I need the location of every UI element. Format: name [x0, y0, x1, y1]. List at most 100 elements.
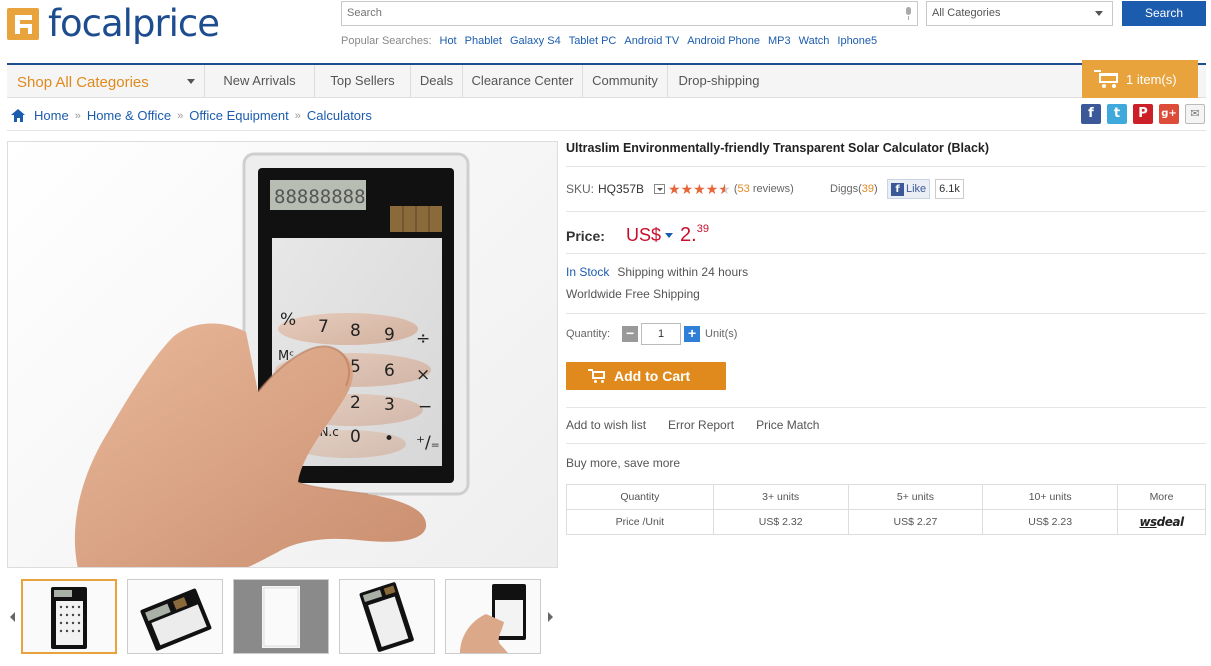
shop-all-label: Shop All Categories: [17, 74, 149, 91]
rating-stars: ★ ★ ★ ★ ★: [668, 182, 731, 196]
nav-community[interactable]: Community: [583, 65, 668, 98]
table-cell: US$ 2.27: [847, 509, 984, 535]
table-header-cell: 5+ units: [847, 484, 984, 510]
popular-link-iphone5[interactable]: Iphone5: [837, 35, 877, 47]
thumbnail-5[interactable]: [445, 579, 541, 654]
category-select-value: All Categories: [932, 7, 1001, 19]
microphone-icon[interactable]: [904, 7, 912, 21]
thumbnail-3[interactable]: [233, 579, 329, 654]
currency-dropdown-icon[interactable]: [665, 233, 674, 238]
nav-drop-shipping[interactable]: Drop-shipping: [668, 65, 770, 98]
add-to-cart-button[interactable]: Add to Cart: [566, 362, 726, 390]
calculator-in-hand-image: 88888888 % 7 8 9 ÷ Mᶜ5 6 × 2 3− ON.c 0 • ⁺∕₌: [74, 152, 470, 567]
cart-button[interactable]: 1 item(s): [1082, 60, 1198, 98]
popular-link-watch[interactable]: Watch: [799, 35, 830, 47]
currency[interactable]: US$: [626, 225, 661, 246]
arrow-right-icon[interactable]: [548, 612, 553, 622]
svg-text:•: •: [384, 429, 394, 449]
thumbnail-2[interactable]: [127, 579, 223, 654]
svg-text:7: 7: [318, 317, 329, 337]
svg-text:0: 0: [350, 427, 361, 447]
star-icon: ★: [705, 181, 719, 197]
wsdeal-logo-deal: deal: [1156, 515, 1184, 529]
minus-icon[interactable]: −: [622, 326, 639, 342]
popular-link-galaxy-s4[interactable]: Galaxy S4: [510, 35, 561, 47]
facebook-icon[interactable]: f: [1081, 104, 1101, 124]
popular-link-phablet[interactable]: Phablet: [465, 35, 502, 47]
popular-link-android-phone[interactable]: Android Phone: [687, 35, 760, 47]
nav-clearance-center[interactable]: Clearance Center: [463, 65, 583, 98]
fb-like-count: 6.1k: [935, 179, 964, 199]
search-button[interactable]: Search: [1122, 1, 1206, 26]
quantity-label: Quantity:: [566, 328, 611, 340]
home-icon[interactable]: [11, 109, 26, 122]
plus-icon[interactable]: +: [684, 326, 701, 342]
facebook-like-button[interactable]: f Like: [887, 179, 930, 199]
breadcrumb-home-office[interactable]: Home & Office: [87, 108, 171, 123]
nav-deals[interactable]: Deals: [411, 65, 463, 98]
error-report-link[interactable]: Error Report: [668, 418, 734, 432]
search-box: [341, 1, 918, 26]
price-integer: 2.: [680, 224, 697, 246]
table-row: Quantity 3+ units 5+ units 10+ units Mor…: [566, 484, 1206, 510]
google-plus-icon[interactable]: g+: [1159, 104, 1179, 124]
price-match-link[interactable]: Price Match: [756, 418, 819, 432]
search-input[interactable]: [342, 2, 882, 24]
add-to-wish-list-link[interactable]: Add to wish list: [566, 418, 646, 432]
breadcrumb-office-equipment[interactable]: Office Equipment: [189, 108, 288, 123]
thumbnail-4[interactable]: [339, 579, 435, 654]
logo-text: focalprice: [48, 2, 220, 45]
category-select[interactable]: All Categories: [926, 1, 1113, 26]
popular-link-hot[interactable]: Hot: [440, 35, 457, 47]
table-cell: US$ 2.23: [982, 509, 1119, 535]
add-to-cart-label: Add to Cart: [614, 368, 691, 384]
quantity-input[interactable]: [641, 323, 682, 345]
tier-price-table: Quantity 3+ units 5+ units 10+ units Mor…: [566, 484, 1206, 535]
sku-label: SKU:: [566, 182, 595, 196]
popular-link-mp3[interactable]: MP3: [768, 35, 791, 47]
thumbnail-1[interactable]: [21, 579, 117, 654]
fb-like-label: Like: [906, 183, 927, 195]
svg-text:8: 8: [350, 321, 361, 341]
svg-text:×: ×: [416, 365, 430, 385]
svg-text:2: 2: [350, 393, 361, 413]
diggs-label: Diggs: [830, 183, 859, 195]
price-label: Price:: [566, 228, 605, 244]
popular-searches: Popular Searches: Hot Phablet Galaxy S4 …: [341, 35, 877, 47]
sku-row: SKU: HQ357B ★ ★ ★ ★ ★ (53 reviews): [566, 182, 794, 196]
wsdeal-logo[interactable]: wsdeal: [1117, 509, 1206, 535]
reviews-count: 53: [737, 183, 750, 195]
shop-all-categories-menu[interactable]: Shop All Categories: [7, 65, 205, 98]
svg-text:3: 3: [384, 395, 395, 415]
diggs[interactable]: Diggs(39): [830, 183, 878, 195]
product-main-image[interactable]: 88888888 % 7 8 9 ÷ Mᶜ 5 6 × 2 3− ON.c 0 • ⁺∕₌: [7, 141, 558, 568]
site-logo[interactable]: focalprice: [7, 2, 220, 45]
email-icon[interactable]: ✉: [1185, 104, 1205, 124]
table-row: Price /Unit US$ 2.32 US$ 2.27 US$ 2.23 w…: [566, 509, 1206, 535]
pinterest-icon[interactable]: P: [1133, 104, 1153, 124]
popular-link-tablet-pc[interactable]: Tablet PC: [569, 35, 617, 47]
breadcrumb-separator: »: [177, 109, 184, 122]
star-icon: ★: [680, 181, 694, 197]
half-star-icon: ★: [718, 181, 731, 197]
chevron-down-icon: [1095, 11, 1103, 16]
nav-new-arrivals[interactable]: New Arrivals: [205, 65, 315, 98]
arrow-left-icon[interactable]: [10, 612, 15, 622]
dropdown-icon[interactable]: [654, 184, 666, 194]
twitter-icon[interactable]: t: [1107, 104, 1127, 124]
price-decimal: 39: [696, 223, 709, 235]
breadcrumb-calculators[interactable]: Calculators: [307, 108, 372, 123]
stock-status: In Stock: [566, 265, 610, 279]
diggs-count: 39: [861, 183, 875, 195]
divider: [566, 407, 1206, 408]
popular-label: Popular Searches:: [341, 35, 432, 47]
svg-text:÷: ÷: [416, 329, 430, 349]
nav-top-sellers[interactable]: Top Sellers: [315, 65, 411, 98]
table-cell: US$ 2.32: [712, 509, 849, 535]
shipping-time: Shipping within 24 hours: [617, 265, 749, 279]
reviews-link[interactable]: (53 reviews): [734, 183, 794, 195]
quantity-unit: Unit(s): [705, 328, 738, 340]
popular-link-android-tv[interactable]: Android TV: [624, 35, 679, 47]
breadcrumb-home[interactable]: Home: [34, 108, 69, 123]
breadcrumb-separator: »: [74, 109, 81, 122]
